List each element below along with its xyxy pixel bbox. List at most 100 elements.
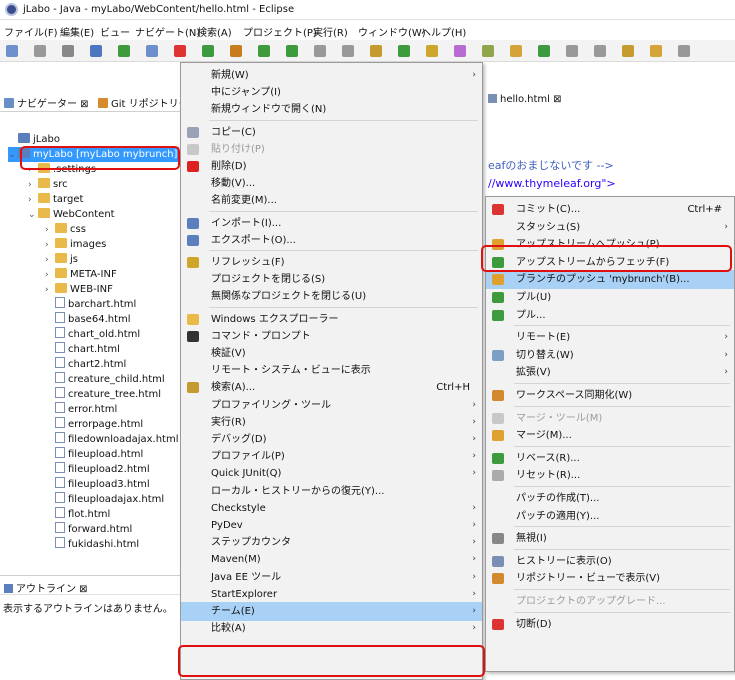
- menu-item-ブランチのプッシュ-mybrunch-b[interactable]: ブランチのプッシュ 'mybrunch'(B)...: [486, 270, 734, 290]
- tree-file[interactable]: forward.html: [45, 522, 132, 537]
- menu-8[interactable]: ウィンドウ(W): [358, 24, 426, 39]
- toolbar-button-icon[interactable]: [482, 45, 494, 57]
- tree-file[interactable]: fileupload.html: [45, 447, 143, 462]
- menu-item-プロジェクトを閉じる[interactable]: プロジェクトを閉じる(S): [181, 270, 482, 289]
- chevron-icon[interactable]: ›: [28, 178, 38, 193]
- menu-item-ヒストリーに表示[interactable]: ヒストリーに表示(O): [486, 552, 734, 571]
- tree-file[interactable]: fileuploadajax.html: [45, 492, 164, 507]
- tree-file[interactable]: error.html: [45, 402, 117, 417]
- toolbar-button-icon[interactable]: [118, 45, 130, 57]
- tree-file[interactable]: barchart.html: [45, 297, 136, 312]
- menu-item-quick-junit[interactable]: Quick JUnit(Q) ›: [181, 464, 482, 483]
- menu-item-リフレッシュ[interactable]: リフレッシュ(F): [181, 253, 482, 272]
- menu-6[interactable]: プロジェクト(P): [243, 24, 317, 39]
- menu-item-checkstyle[interactable]: Checkstyle ›: [181, 499, 482, 518]
- menu-item-エクスポート[interactable]: エクスポート(O)...: [181, 231, 482, 250]
- menu-item-マージ・ツール[interactable]: マージ・ツール(M): [486, 409, 734, 428]
- menu-5[interactable]: 検索(A): [197, 24, 232, 39]
- menu-item-新規[interactable]: 新規(W) ›: [181, 66, 482, 85]
- toolbar-button-icon[interactable]: [146, 45, 158, 57]
- tree-file[interactable]: chart_old.html: [45, 327, 140, 342]
- menu-item-java-ee-ツール[interactable]: Java EE ツール ›: [181, 568, 482, 587]
- toolbar-button-icon[interactable]: [426, 45, 438, 57]
- menu-item-ワークスペース同期化[interactable]: ワークスペース同期化(W): [486, 386, 734, 405]
- menu-item-比較[interactable]: 比較(A) ›: [181, 619, 482, 638]
- menu-item-移動[interactable]: 移動(V)...: [181, 174, 482, 193]
- menu-item-コミット[interactable]: コミット(C)... Ctrl+#: [486, 200, 734, 219]
- chevron-icon[interactable]: ›: [45, 268, 55, 283]
- menu-item-パッチの適用[interactable]: パッチの適用(Y)...: [486, 507, 734, 526]
- toolbar-button-icon[interactable]: [286, 45, 298, 57]
- tree-folder[interactable]: › META-INF: [45, 267, 117, 282]
- menu-item-実行[interactable]: 実行(R) ›: [181, 413, 482, 432]
- menu-9[interactable]: ヘルプ(H): [421, 24, 466, 39]
- toolbar-button-icon[interactable]: [34, 45, 46, 57]
- menu-item-インポート[interactable]: インポート(I)...: [181, 214, 482, 233]
- tree-folder[interactable]: › images: [45, 237, 106, 252]
- toolbar-button-icon[interactable]: [6, 45, 18, 57]
- menu-item-検証[interactable]: 検証(V): [181, 344, 482, 363]
- toolbar-button-icon[interactable]: [650, 45, 662, 57]
- toolbar-button-icon[interactable]: [202, 45, 214, 57]
- menu-item-リセット[interactable]: リセット(R)...: [486, 466, 734, 485]
- menu-item-スタッシュ[interactable]: スタッシュ(S) ›: [486, 218, 734, 237]
- tree-project[interactable]: jLabo: [8, 132, 60, 147]
- toolbar-button-icon[interactable]: [454, 45, 466, 57]
- tree-file[interactable]: fileupload2.html: [45, 462, 150, 477]
- editor-tab-hello[interactable]: hello.html ⊠: [488, 94, 562, 105]
- menu-item-貼り付け[interactable]: 貼り付け(P): [181, 140, 482, 159]
- toolbar-button-icon[interactable]: [90, 45, 102, 57]
- tree-folder[interactable]: ⌄ WebContent: [28, 207, 115, 222]
- menu-item-無視[interactable]: 無視(I): [486, 529, 734, 548]
- tree-folder[interactable]: › target: [28, 192, 83, 207]
- tree-folder[interactable]: › js: [45, 252, 78, 267]
- toolbar-button-icon[interactable]: [342, 45, 354, 57]
- tree-file[interactable]: creature_tree.html: [45, 387, 161, 402]
- tab-git-repositories[interactable]: Git リポジトリー: [98, 95, 189, 110]
- chevron-icon[interactable]: ›: [45, 283, 55, 298]
- tree-file[interactable]: chart.html: [45, 342, 120, 357]
- menu-item-リベース[interactable]: リベース(R)...: [486, 449, 734, 468]
- tree-file[interactable]: fileupload3.html: [45, 477, 150, 492]
- toolbar-button-icon[interactable]: [370, 45, 382, 57]
- tab-navigator[interactable]: ナビゲーター ⊠: [4, 95, 89, 110]
- chevron-icon[interactable]: ›: [45, 253, 55, 268]
- menu-2[interactable]: 編集(E): [60, 24, 94, 39]
- menu-item-リポジトリー・ビューで表示[interactable]: リポジトリー・ビューで表示(V): [486, 569, 734, 588]
- toolbar-button-icon[interactable]: [538, 45, 550, 57]
- tree-folder[interactable]: › src: [28, 177, 68, 192]
- menu-item-windows-エクスプローラー[interactable]: Windows エクスプローラー: [181, 310, 482, 329]
- menu-item-削除[interactable]: 削除(D): [181, 157, 482, 176]
- menu-item-コピー[interactable]: コピー(C): [181, 123, 482, 142]
- tree-file[interactable]: filedownloadajax.html: [45, 432, 179, 447]
- toolbar-button-icon[interactable]: [594, 45, 606, 57]
- menu-item-拡張[interactable]: 拡張(V) ›: [486, 363, 734, 382]
- menu-7[interactable]: 実行(R): [313, 24, 348, 39]
- menu-item-チーム[interactable]: チーム(E) ›: [181, 602, 482, 621]
- chevron-icon[interactable]: ›: [45, 238, 55, 253]
- menu-item-リモート[interactable]: リモート(E) ›: [486, 328, 734, 347]
- tree-folder[interactable]: › WEB-INF: [45, 282, 113, 297]
- menu-item-ステップカウンタ[interactable]: ステップカウンタ ›: [181, 533, 482, 552]
- menu-item-無関係なプロジェクトを閉じる[interactable]: 無関係なプロジェクトを閉じる(U): [181, 287, 482, 306]
- menu-item-切断[interactable]: 切断(D): [486, 615, 734, 634]
- toolbar-button-icon[interactable]: [174, 45, 186, 57]
- menu-item-maven[interactable]: Maven(M) ›: [181, 550, 482, 569]
- menu-4[interactable]: ナビゲート(N): [135, 24, 200, 39]
- toolbar-button-icon[interactable]: [398, 45, 410, 57]
- menu-item-検索[interactable]: 検索(A)... Ctrl+H: [181, 378, 482, 397]
- menu-3[interactable]: ビュー: [100, 24, 130, 39]
- toolbar-button-icon[interactable]: [62, 45, 74, 57]
- menu-item-startexplorer[interactable]: StartExplorer ›: [181, 585, 482, 604]
- toolbar-button-icon[interactable]: [314, 45, 326, 57]
- tree-file[interactable]: fukidashi.html: [45, 537, 139, 552]
- menu-item-デバッグ[interactable]: デバッグ(D) ›: [181, 430, 482, 449]
- tree-file[interactable]: flot.html: [45, 507, 110, 522]
- menu-item-プロファイリング・ツール[interactable]: プロファイリング・ツール ›: [181, 396, 482, 415]
- menu-item-新規ウィンドウで開く[interactable]: 新規ウィンドウで開く(N): [181, 100, 482, 119]
- menu-item-切り替え[interactable]: 切り替え(W) ›: [486, 346, 734, 365]
- toolbar-button-icon[interactable]: [258, 45, 270, 57]
- menu-item-ローカル・ヒストリーからの復元[interactable]: ローカル・ヒストリーからの復元(Y)...: [181, 482, 482, 501]
- menu-item-プル[interactable]: プル(U): [486, 288, 734, 307]
- tree-file[interactable]: creature_child.html: [45, 372, 165, 387]
